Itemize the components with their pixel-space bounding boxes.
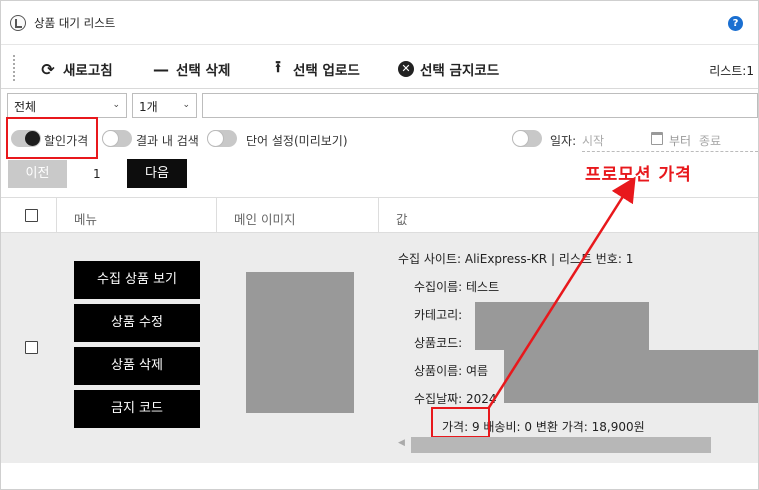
info-product-code: 상품코드: <box>414 336 463 350</box>
column-menu: 메뉴 <box>74 212 98 227</box>
date-label: 일자: <box>550 134 577 148</box>
calendar-icon[interactable] <box>651 132 663 145</box>
info-category: 카테고리: <box>414 308 463 322</box>
prev-page-button[interactable]: 이전 <box>8 160 67 188</box>
search-input[interactable] <box>202 93 758 118</box>
redacted-block <box>475 302 649 350</box>
search-in-results-label: 결과 내 검색 <box>136 134 199 148</box>
select-all-checkbox[interactable] <box>25 209 38 222</box>
refresh-label: 새로고침 <box>63 63 113 79</box>
chevron-down-icon: ⌄ <box>182 100 190 110</box>
scroll-left-icon[interactable]: ◀ <box>398 438 405 448</box>
table-header: 메뉴 메인 이미지 값 <box>1 197 758 234</box>
info-product-name: 상품이름: 여름 <box>414 364 489 378</box>
refresh-icon: ⟳ <box>41 59 55 79</box>
highlight-discount-toggle <box>6 117 98 159</box>
promo-price-annotation: 프로모션 가격 <box>585 165 692 185</box>
ban-code-selected-label: 선택 금지코드 <box>420 63 500 79</box>
upload-selected-label: 선택 업로드 <box>293 63 360 79</box>
redacted-block <box>504 350 758 403</box>
upload-icon: ⭱ <box>275 56 281 76</box>
app-logo-icon <box>10 15 26 31</box>
info-collect-date: 수집날짜: 2024 <box>414 392 497 406</box>
edit-product-button[interactable]: 상품 수정 <box>74 304 200 342</box>
chevron-down-icon: ⌄ <box>112 100 120 110</box>
help-icon[interactable]: ? <box>728 16 743 31</box>
title-bar: 상품 대기 리스트 ? <box>1 1 758 45</box>
close-circle-icon: ✕ <box>398 61 414 77</box>
horizontal-scrollbar[interactable] <box>411 437 711 453</box>
toolbar-grip[interactable] <box>13 55 15 81</box>
info-site: 수집 사이트: AliExpress-KR | 리스트 번호: 1 <box>398 252 634 266</box>
delete-product-button[interactable]: 상품 삭제 <box>74 347 200 385</box>
word-settings-toggle[interactable] <box>207 130 237 147</box>
view-product-button[interactable]: 수집 상품 보기 <box>74 261 200 299</box>
upload-selected-button[interactable]: ⭱ 선택 업로드 <box>269 57 360 80</box>
minus-icon: — <box>153 59 169 79</box>
count-select[interactable]: 1개 ⌄ <box>132 93 197 118</box>
app-window: 상품 대기 리스트 ? ⟳ 새로고침 — 선택 삭제 ⭱ 선택 업로드 ✕ 선택… <box>0 0 759 490</box>
list-count: 리스트:1 <box>709 64 754 78</box>
date-start-input[interactable]: 시작 <box>582 132 604 149</box>
count-value: 1개 <box>139 100 158 114</box>
toolbar: ⟳ 새로고침 — 선택 삭제 ⭱ 선택 업로드 ✕ 선택 금지코드 리스트:1 <box>1 49 758 89</box>
next-page-button[interactable]: 다음 <box>127 159 187 188</box>
date-underline <box>582 151 758 152</box>
ban-code-selected-button[interactable]: ✕ 선택 금지코드 <box>398 59 499 79</box>
word-settings-label: 단어 설정(미리보기) <box>246 134 348 148</box>
product-image <box>246 272 354 413</box>
scope-select[interactable]: 전체 ⌄ <box>7 93 127 118</box>
highlight-price <box>431 407 490 438</box>
column-main-image: 메인 이미지 <box>234 212 296 227</box>
refresh-button[interactable]: ⟳ 새로고침 <box>39 59 113 80</box>
scope-value: 전체 <box>14 100 37 114</box>
date-from-label: 부터 <box>669 134 692 148</box>
delete-selected-button[interactable]: — 선택 삭제 <box>152 59 231 80</box>
row-checkbox[interactable] <box>25 341 38 354</box>
delete-selected-label: 선택 삭제 <box>176 63 231 79</box>
info-collect-name: 수집이름: 테스트 <box>414 280 500 294</box>
date-toggle[interactable] <box>512 130 542 147</box>
search-in-results-toggle[interactable] <box>102 130 132 147</box>
window-title: 상품 대기 리스트 <box>34 16 116 30</box>
date-end-input[interactable]: 종료 <box>699 132 721 149</box>
page-number: 1 <box>93 167 101 181</box>
ban-code-button[interactable]: 금지 코드 <box>74 390 200 428</box>
column-value: 값 <box>396 212 408 227</box>
